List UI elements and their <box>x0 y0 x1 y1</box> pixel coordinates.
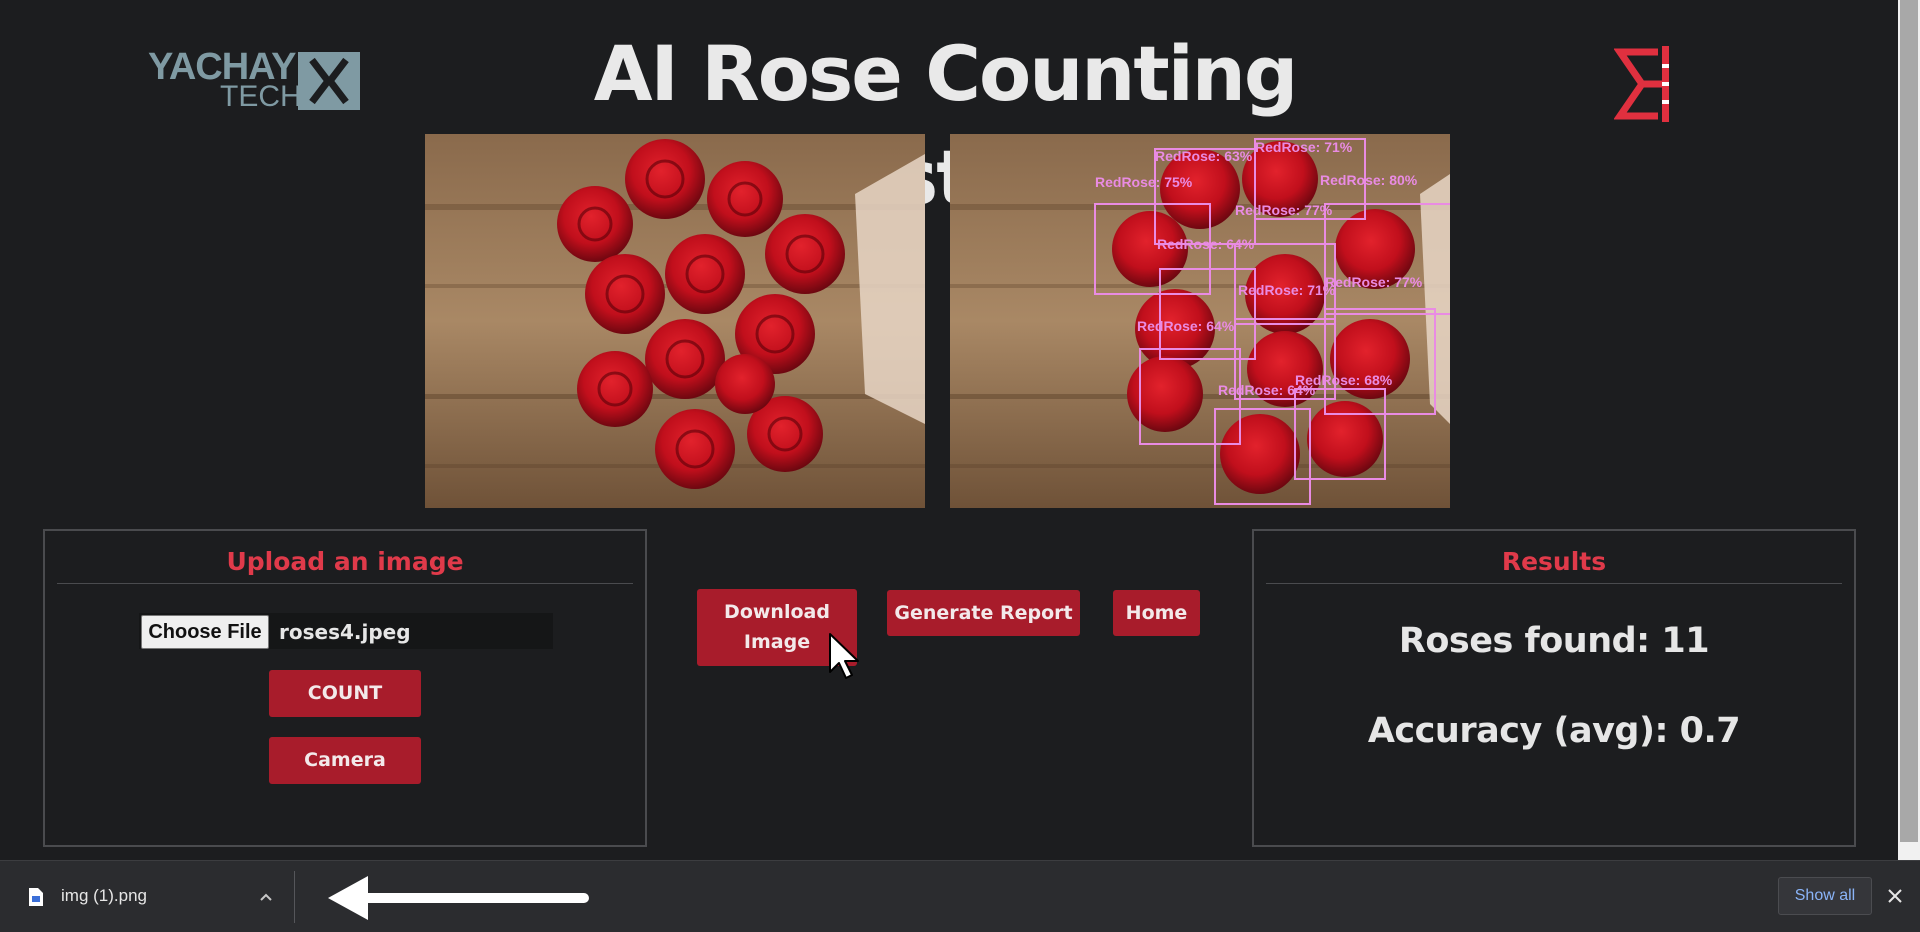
rose-bouquet-illustration <box>425 134 925 508</box>
scrollbar-thumb[interactable] <box>1900 0 1918 842</box>
results-heading: Results <box>1266 545 1842 584</box>
mouse-cursor-icon <box>829 633 859 679</box>
original-image <box>425 134 925 508</box>
detected-image: RedRose: 63% RedRose: 71% RedRose: 75% R… <box>950 134 1450 508</box>
detection-label: RedRose: 77% <box>1235 202 1333 218</box>
yachay-tech-mark-icon <box>298 52 360 110</box>
detection-label: RedRose: 63% <box>1155 148 1253 164</box>
download-bar: img (1).png Show all <box>0 860 1920 932</box>
camera-button[interactable]: Camera <box>269 737 421 784</box>
count-button[interactable]: COUNT <box>269 670 421 717</box>
show-all-button[interactable]: Show all <box>1778 877 1872 915</box>
detection-labels: RedRose: 63% RedRose: 71% RedRose: 75% R… <box>950 134 1450 508</box>
file-input[interactable]: Choose File roses4.jpeg <box>139 613 553 649</box>
detection-label: RedRose: 71% <box>1255 139 1353 155</box>
chevron-up-icon[interactable] <box>258 889 274 905</box>
detection-label: RedRose: 64% <box>1137 318 1235 334</box>
generate-report-button[interactable]: Generate Report <box>887 590 1080 636</box>
yachay-tech-logo: YACHAY TECH <box>148 48 362 112</box>
detection-label: RedRose: 80% <box>1320 172 1418 188</box>
page: YACHAY TECH AI Rose Counting System RedR… <box>0 0 1920 932</box>
detection-label: RedRose: 64% <box>1218 382 1316 398</box>
file-icon <box>29 888 43 906</box>
download-label-line1: Download <box>724 601 830 623</box>
upload-heading: Upload an image <box>57 545 633 584</box>
divider <box>294 871 295 923</box>
accuracy-value: Accuracy (avg): 0.7 <box>1367 711 1741 751</box>
close-icon[interactable] <box>1886 887 1904 905</box>
page-scrollbar[interactable] <box>1898 0 1920 860</box>
detection-label: RedRose: 77% <box>1325 274 1423 290</box>
detection-label: RedRose: 75% <box>1095 174 1193 190</box>
detection-label: RedRose: 64% <box>1157 236 1255 252</box>
logo-text-tech: TECH <box>220 80 302 113</box>
choose-file-button[interactable]: Choose File <box>141 615 269 649</box>
detection-label: RedRose: 71% <box>1238 282 1336 298</box>
results-panel: Results Roses found: 11 Accuracy (avg): … <box>1252 529 1856 847</box>
download-file-name: img (1).png <box>61 886 147 905</box>
upload-panel: Upload an image Choose File roses4.jpeg … <box>43 529 647 847</box>
roses-found-value: Roses found: 11 <box>1398 621 1710 661</box>
arrow-left-icon <box>328 876 589 920</box>
home-button[interactable]: Home <box>1113 590 1200 636</box>
selected-file-name: roses4.jpeg <box>279 620 411 644</box>
sigma-logo-icon <box>1614 46 1669 122</box>
download-item[interactable]: img (1).png <box>0 861 290 932</box>
